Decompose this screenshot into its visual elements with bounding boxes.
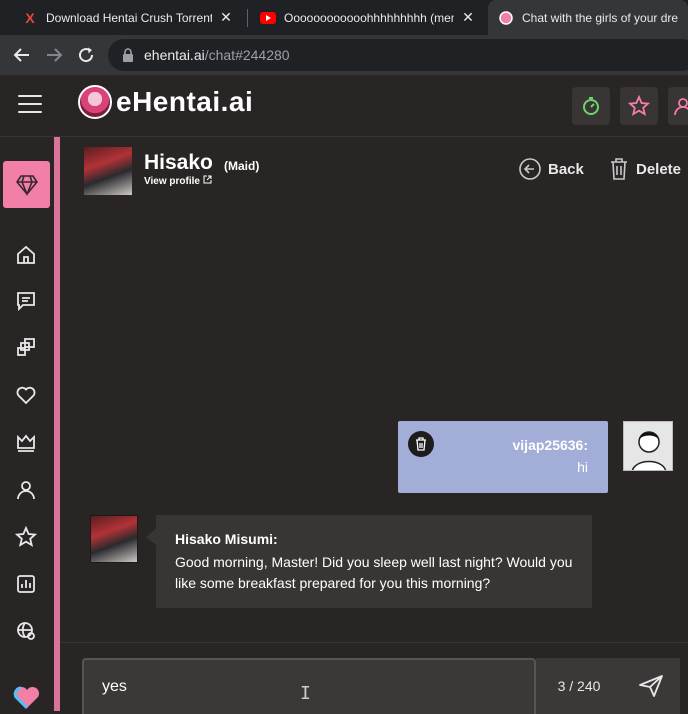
tab-title: Oooooooooooohhhhhhhhh (mem	[284, 10, 454, 25]
back-arrow-icon[interactable]	[10, 43, 34, 67]
close-icon[interactable]: ✕	[218, 9, 234, 26]
character-message: Hisako Misumi: Good morning, Master! Did…	[156, 515, 592, 608]
lock-icon	[123, 48, 133, 62]
user-icon	[674, 98, 688, 116]
back-button[interactable]: Back	[518, 157, 584, 181]
browser-tab-1[interactable]: X Download Hentai Crush Torrent ✕	[12, 0, 244, 35]
message-text: hi	[577, 459, 588, 475]
view-profile-link[interactable]: View profile	[144, 175, 212, 187]
stopwatch-button[interactable]	[572, 87, 610, 125]
globe-user-icon[interactable]	[14, 619, 38, 643]
ehentai-icon	[498, 10, 514, 26]
message-text: Good morning, Master! Did you sleep well…	[175, 554, 573, 591]
user-avatar	[623, 421, 673, 471]
menu-icon[interactable]	[18, 95, 42, 115]
external-link-icon	[203, 175, 212, 184]
site-header: eHentai.ai	[0, 75, 688, 137]
diamond-icon	[15, 174, 38, 196]
character-name: Hisako	[144, 151, 213, 174]
message-author: vijap25636:	[512, 437, 589, 453]
stopwatch-icon	[583, 97, 599, 115]
star-icon	[628, 95, 650, 116]
bubble-tail	[146, 529, 156, 545]
profile-icon[interactable]	[14, 478, 38, 502]
brand-heart-icon[interactable]	[12, 685, 42, 710]
chat-panel: Hisako (Maid) View profile Back Delete v…	[60, 137, 688, 714]
character-role: (Maid)	[224, 159, 260, 173]
stats-icon[interactable]	[14, 572, 38, 596]
favorites-button[interactable]	[620, 87, 658, 125]
account-button[interactable]	[668, 87, 688, 125]
tab-title: Chat with the girls of your dream	[522, 10, 678, 25]
gallery-icon[interactable]	[14, 335, 38, 359]
composer: I 3 / 240	[60, 642, 688, 714]
heart-icon[interactable]	[14, 383, 38, 407]
home-icon[interactable]	[14, 243, 38, 267]
delete-button[interactable]: Delete	[608, 157, 681, 181]
x-logo-icon: X	[25, 9, 35, 26]
browser-address-bar: ehentai.ai/chat#244280	[0, 35, 688, 75]
url-field[interactable]: ehentai.ai/chat#244280	[108, 39, 688, 71]
youtube-icon	[260, 10, 276, 26]
premium-button[interactable]	[3, 161, 50, 208]
reload-icon[interactable]	[74, 43, 98, 67]
character-message-avatar	[90, 515, 138, 563]
url-host: ehentai.ai	[144, 47, 205, 63]
url-path: /chat#244280	[204, 47, 290, 63]
message-author: Hisako Misumi:	[175, 531, 278, 547]
send-icon	[639, 675, 663, 697]
delete-label: Delete	[636, 160, 682, 178]
browser-tab-bar: X Download Hentai Crush Torrent ✕ Oooooo…	[0, 0, 688, 35]
character-avatar[interactable]	[84, 147, 132, 195]
crown-icon[interactable]	[14, 431, 38, 455]
star-outline-icon[interactable]	[14, 525, 38, 549]
trash-icon	[416, 437, 426, 451]
browser-tab-2[interactable]: Oooooooooooohhhhhhhhh (mem ✕	[250, 0, 486, 35]
delete-message-button[interactable]	[408, 431, 434, 457]
text-cursor-icon: I	[300, 683, 311, 704]
tab-title: Download Hentai Crush Torrent	[46, 10, 212, 25]
chat-header: Hisako (Maid) View profile Back Delete	[60, 137, 688, 203]
close-icon[interactable]: ✕	[460, 9, 476, 26]
send-button[interactable]	[622, 658, 680, 714]
character-counter: 3 / 240	[536, 658, 622, 714]
trash-icon	[611, 158, 627, 180]
back-label: Back	[548, 160, 584, 178]
chat-icon[interactable]	[14, 289, 38, 313]
browser-tab-3[interactable]: Chat with the girls of your dream	[488, 0, 688, 35]
site-logo[interactable]: eHentai.ai	[78, 85, 253, 119]
logo-text: eHentai.ai	[116, 86, 254, 117]
sidebar	[0, 137, 60, 711]
back-circle-icon	[519, 158, 541, 180]
forward-arrow-icon[interactable]	[42, 43, 66, 67]
logo-avatar	[78, 85, 112, 119]
user-message: vijap25636: hi	[398, 421, 608, 493]
